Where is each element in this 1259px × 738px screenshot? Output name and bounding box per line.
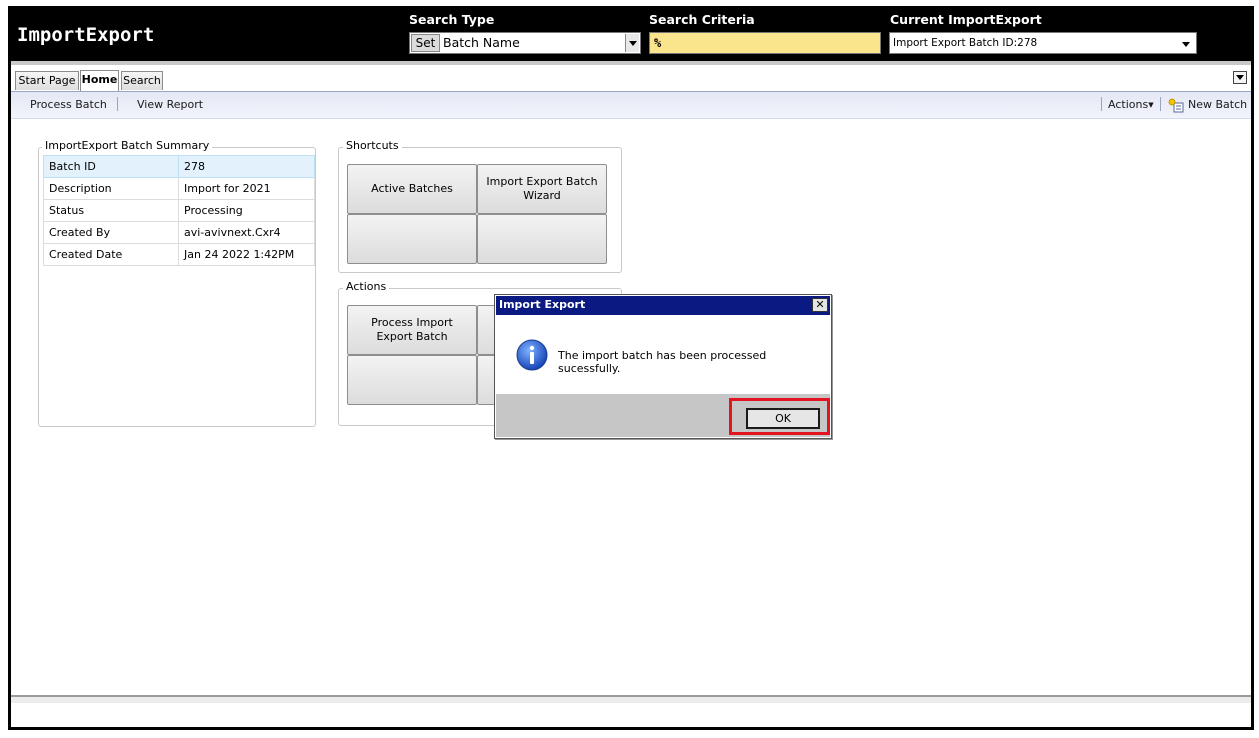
current-importexport-label: Current ImportExport xyxy=(890,12,1042,27)
set-button[interactable]: Set xyxy=(411,34,440,52)
batch-summary-table: Batch ID 278 Description Import for 2021… xyxy=(43,155,315,266)
row-label: Description xyxy=(43,177,179,200)
caret-down-icon: ▼ xyxy=(1148,101,1154,109)
tab-search[interactable]: Search xyxy=(121,71,163,90)
ok-button[interactable]: OK xyxy=(746,408,820,429)
current-importexport-select[interactable]: Import Export Batch ID:278 xyxy=(889,32,1197,54)
search-type-select[interactable]: Set Batch Name xyxy=(409,32,641,54)
tab-home[interactable]: Home xyxy=(80,70,119,91)
toolbar: Process Batch View Report Actions▼ New B… xyxy=(11,92,1251,119)
shortcuts-title: Shortcuts xyxy=(343,139,402,152)
dialog-titlebar[interactable]: Import Export ✕ xyxy=(496,296,830,315)
search-criteria-input[interactable]: % xyxy=(649,32,881,54)
row-value: avi-avivnext.Cxr4 xyxy=(178,221,315,244)
search-type-dropdown-icon[interactable] xyxy=(625,34,639,52)
shortcut-empty-button[interactable] xyxy=(347,214,477,264)
row-label: Status xyxy=(43,199,179,222)
new-document-icon[interactable] xyxy=(1168,98,1184,113)
toolbar-divider xyxy=(1160,97,1161,111)
header-bar: ImportExport Search Type Set Batch Name … xyxy=(11,9,1251,61)
view-report-button[interactable]: View Report xyxy=(137,98,203,111)
actions-title: Actions xyxy=(343,280,390,293)
row-label: Created By xyxy=(43,221,179,244)
collapse-toggle-icon[interactable] xyxy=(1233,71,1247,84)
table-row[interactable]: Status Processing xyxy=(43,199,315,222)
shortcut-empty-button[interactable] xyxy=(477,214,607,264)
row-value: Jan 24 2022 1:42PM xyxy=(178,243,315,266)
table-row[interactable]: Created By avi-avivnext.Cxr4 xyxy=(43,221,315,244)
table-row[interactable]: Description Import for 2021 xyxy=(43,177,315,200)
row-value: Processing xyxy=(178,199,315,222)
search-type-label: Search Type xyxy=(409,12,495,27)
table-row[interactable]: Created Date Jan 24 2022 1:42PM xyxy=(43,243,315,266)
dialog-footer: OK xyxy=(496,394,830,437)
active-batches-button[interactable]: Active Batches xyxy=(347,164,477,214)
import-export-dialog: Import Export ✕ The import batch has bee… xyxy=(494,294,832,439)
batch-summary-title: ImportExport Batch Summary xyxy=(42,139,213,152)
tab-bar: Start Page Home Search xyxy=(11,65,1251,92)
dialog-message: The import batch has been processed suce… xyxy=(558,349,767,375)
search-criteria-label: Search Criteria xyxy=(649,12,755,27)
ok-button-highlight: OK xyxy=(729,398,830,435)
app-title: ImportExport xyxy=(17,24,155,46)
application-window: ImportExport Search Type Set Batch Name … xyxy=(8,6,1254,730)
actions-menu-label: Actions xyxy=(1108,98,1149,111)
info-icon xyxy=(516,339,548,371)
row-value: Import for 2021 xyxy=(178,177,315,200)
current-importexport-value: Import Export Batch ID:278 xyxy=(893,37,1038,49)
process-import-export-batch-button[interactable]: Process Import Export Batch xyxy=(347,305,477,355)
chevron-down-icon[interactable] xyxy=(1182,42,1190,47)
row-value: 278 xyxy=(178,155,315,178)
import-export-batch-wizard-button[interactable]: Import Export Batch Wizard xyxy=(477,164,607,214)
status-bar xyxy=(11,697,1251,703)
toolbar-divider xyxy=(117,97,118,111)
close-icon[interactable]: ✕ xyxy=(812,298,828,312)
process-batch-button[interactable]: Process Batch xyxy=(30,98,107,111)
row-label: Batch ID xyxy=(43,155,179,178)
table-row[interactable]: Batch ID 278 xyxy=(43,155,315,178)
actions-menu-button[interactable]: Actions▼ xyxy=(1108,98,1154,111)
toolbar-divider xyxy=(1101,97,1102,111)
new-batch-button[interactable]: New Batch xyxy=(1188,98,1247,111)
tab-start-page[interactable]: Start Page xyxy=(15,71,79,90)
action-empty-button[interactable] xyxy=(347,355,477,405)
dialog-title: Import Export xyxy=(499,298,586,311)
search-type-value: Batch Name xyxy=(443,35,520,50)
row-label: Created Date xyxy=(43,243,179,266)
